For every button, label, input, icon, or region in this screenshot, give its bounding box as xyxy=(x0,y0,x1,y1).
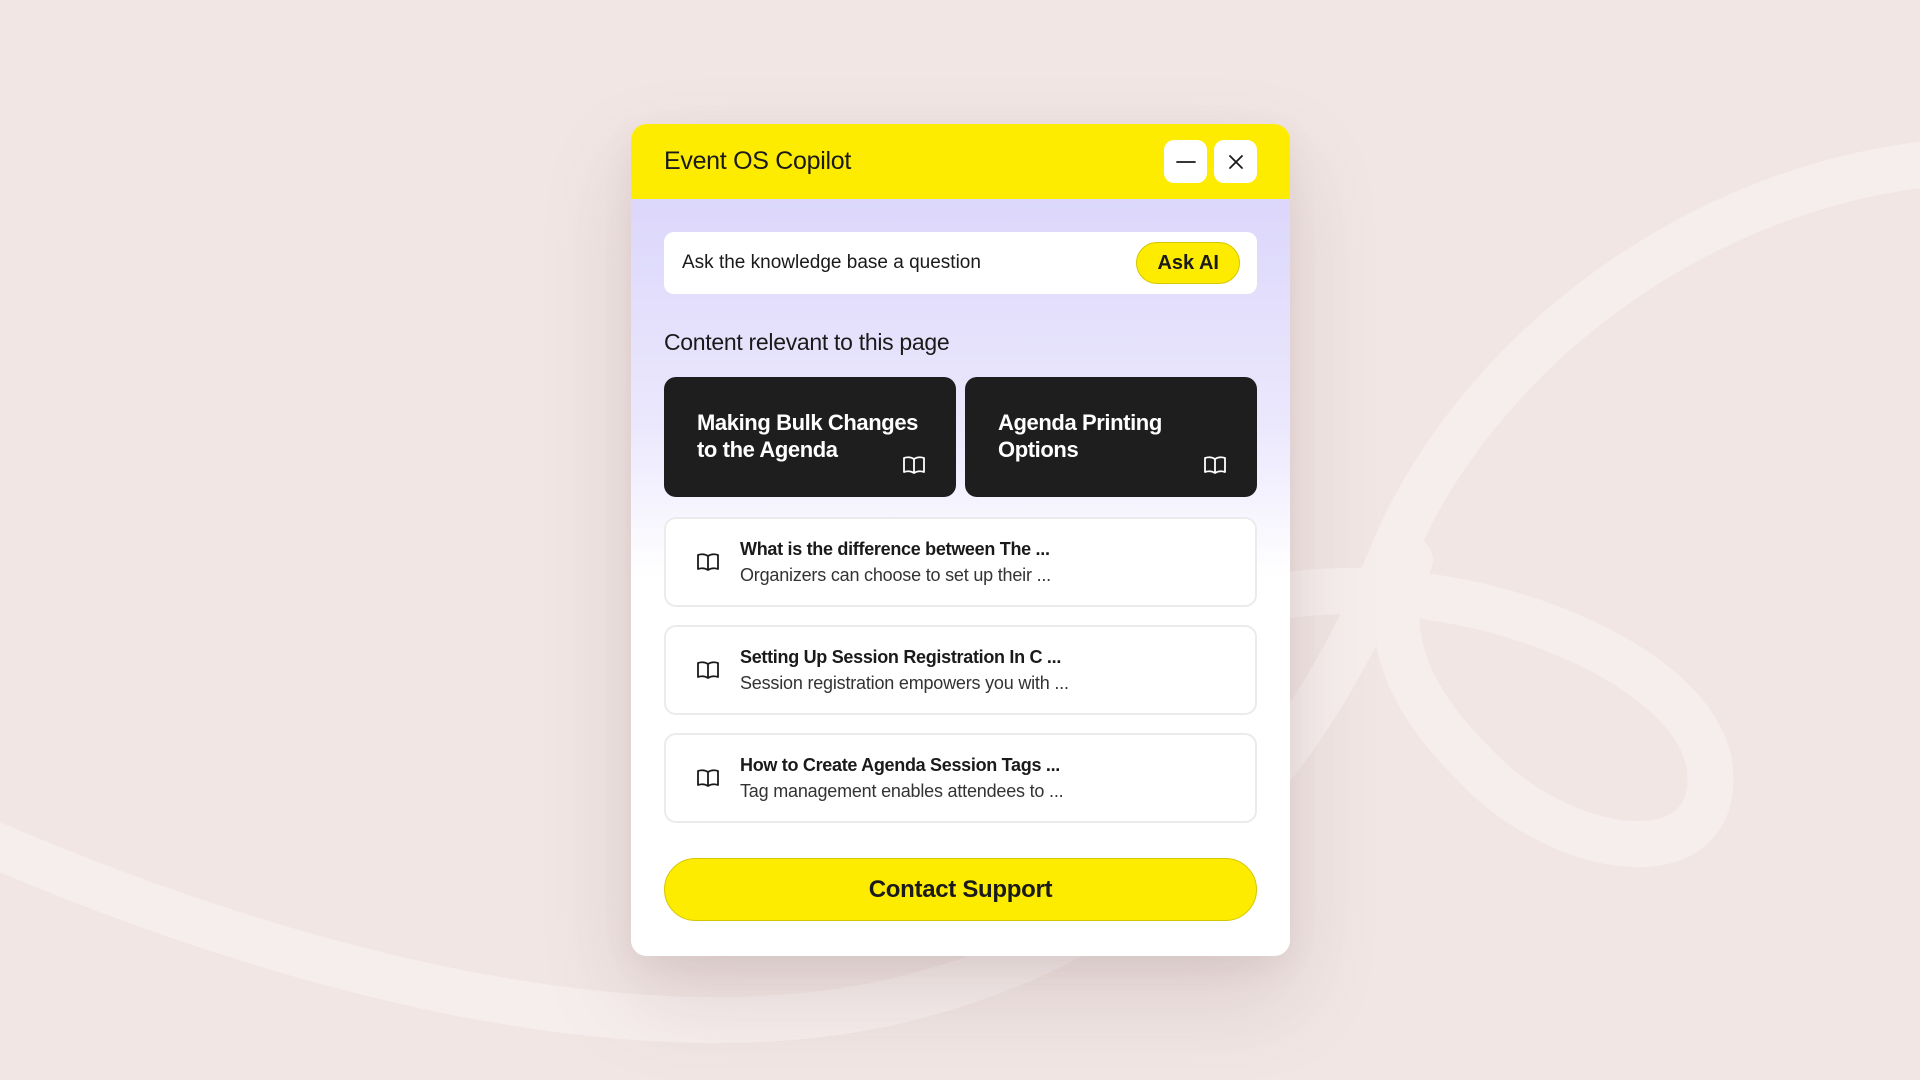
article-item[interactable]: What is the difference between The ... O… xyxy=(664,517,1257,607)
article-snippet: Tag management enables attendees to ... xyxy=(740,781,1064,801)
article-title: How to Create Agenda Session Tags ... xyxy=(740,755,1060,775)
relevant-content-heading: Content relevant to this page xyxy=(664,329,950,355)
article-snippet: Session registration empowers you with .… xyxy=(740,673,1069,693)
article-item[interactable]: How to Create Agenda Session Tags ... Ta… xyxy=(664,733,1257,823)
book-icon xyxy=(1204,456,1226,474)
contact-support-button[interactable]: Contact Support xyxy=(664,858,1257,921)
article-item[interactable]: Setting Up Session Registration In C ...… xyxy=(664,625,1257,715)
card-title: Making Bulk Changes to the Agenda xyxy=(697,410,918,462)
panel-header: Event OS Copilot xyxy=(631,124,1290,199)
article-text: Setting Up Session Registration In C ...… xyxy=(740,644,1069,696)
search-bar: Ask AI xyxy=(664,232,1257,294)
minimize-icon xyxy=(1175,160,1196,163)
minimize-button[interactable] xyxy=(1164,140,1207,183)
copilot-panel: Event OS Copilot Ask AI Content relevant… xyxy=(631,124,1290,956)
relevant-card[interactable]: Agenda Printing Options xyxy=(965,377,1257,497)
panel-title: Event OS Copilot xyxy=(664,147,851,175)
article-snippet: Organizers can choose to set up their ..… xyxy=(740,565,1051,585)
card-title: Agenda Printing Options xyxy=(998,410,1162,462)
book-icon xyxy=(697,553,719,571)
article-text: What is the difference between The ... O… xyxy=(740,536,1051,588)
book-icon xyxy=(697,661,719,679)
close-button[interactable] xyxy=(1214,140,1257,183)
relevant-cards: Making Bulk Changes to the Agenda Agenda… xyxy=(664,377,1257,497)
article-title: What is the difference between The ... xyxy=(740,539,1050,559)
window-controls xyxy=(1164,140,1257,183)
article-title: Setting Up Session Registration In C ... xyxy=(740,647,1062,667)
panel-body: Ask AI Content relevant to this page Mak… xyxy=(631,199,1290,956)
book-icon xyxy=(903,456,925,474)
article-text: How to Create Agenda Session Tags ... Ta… xyxy=(740,752,1064,804)
ask-ai-button[interactable]: Ask AI xyxy=(1136,242,1240,284)
book-icon xyxy=(697,769,719,787)
relevant-card[interactable]: Making Bulk Changes to the Agenda xyxy=(664,377,956,497)
search-input[interactable] xyxy=(682,252,1122,274)
close-icon xyxy=(1228,154,1243,169)
